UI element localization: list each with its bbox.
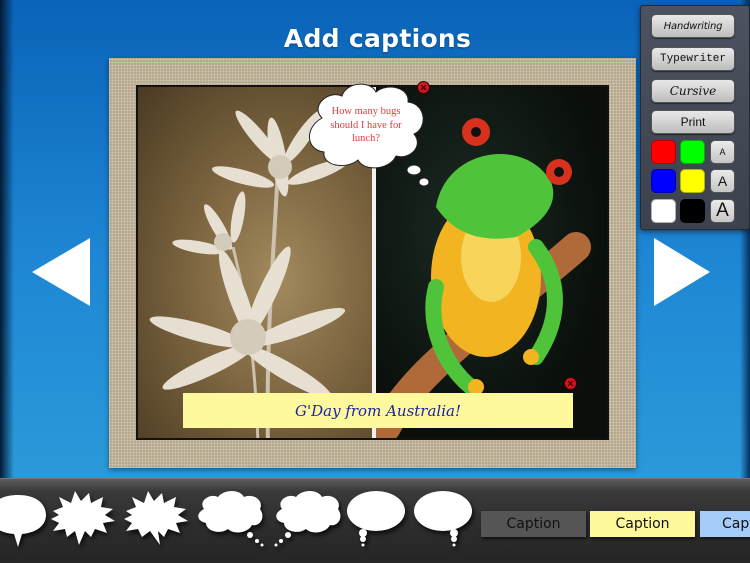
- speech-bubble-icon: [0, 495, 46, 547]
- text-size-medium-button[interactable]: A: [710, 169, 735, 193]
- color-swatch-white[interactable]: [651, 199, 676, 223]
- tray-thought-bubble-2[interactable]: [272, 489, 344, 547]
- color-swatch-yellow[interactable]: [680, 169, 705, 193]
- font-handwriting-button[interactable]: Handwriting: [651, 14, 735, 38]
- text-size-large-button[interactable]: A: [710, 199, 735, 223]
- tray-speech-bubble-small-tail-2[interactable]: [412, 489, 474, 547]
- tray-speech-bubble-small-tail-1[interactable]: [345, 489, 407, 547]
- thought-bubble-text[interactable]: How many bugs should I have for lunch?: [324, 105, 408, 146]
- tray-caption-gray[interactable]: Caption: [481, 511, 586, 537]
- next-page-button[interactable]: [652, 238, 712, 306]
- tray-shout-bubble-1[interactable]: [49, 489, 117, 547]
- tray-caption-yellow[interactable]: Caption: [590, 511, 695, 537]
- page-title: Add captions: [283, 24, 472, 53]
- delete-thought-bubble-button[interactable]: [417, 81, 430, 94]
- delete-x-icon: [567, 380, 574, 387]
- tray-shout-bubble-2[interactable]: [122, 489, 190, 547]
- color-swatch-black[interactable]: [680, 199, 705, 223]
- thought-bubble[interactable]: How many bugs should I have for lunch?: [302, 78, 430, 190]
- thought-cloud-icon: [274, 491, 341, 547]
- shout-burst-icon: [124, 491, 188, 545]
- caption-text-box[interactable]: G'Day from Australia!: [183, 393, 573, 428]
- shout-burst-icon: [51, 491, 115, 545]
- triangle-left-icon: [32, 238, 90, 306]
- thought-cloud-icon: [198, 491, 264, 547]
- bubble-tray: Caption Caption Caption: [0, 478, 750, 563]
- delete-caption-button[interactable]: [564, 377, 577, 390]
- screen-edge-shadow-left: [0, 0, 14, 480]
- tray-thought-bubble-1[interactable]: [194, 489, 266, 547]
- text-size-small-button[interactable]: A: [710, 140, 735, 164]
- color-swatch-green[interactable]: [680, 140, 705, 164]
- font-cursive-button[interactable]: Cursive: [651, 79, 735, 103]
- tray-speech-bubble-oval[interactable]: [0, 489, 48, 547]
- font-print-button[interactable]: Print: [651, 110, 735, 134]
- text-style-panel: Handwriting Typewriter Cursive Print A A…: [640, 5, 750, 230]
- color-swatch-red[interactable]: [651, 140, 676, 164]
- previous-page-button[interactable]: [32, 238, 92, 306]
- speech-bubble-icon: [414, 491, 472, 547]
- font-typewriter-button[interactable]: Typewriter: [651, 47, 735, 71]
- color-swatch-blue[interactable]: [651, 169, 676, 193]
- speech-bubble-icon: [347, 491, 405, 547]
- triangle-right-icon: [654, 238, 710, 306]
- tray-caption-blue[interactable]: Caption: [700, 511, 750, 537]
- delete-x-icon: [420, 84, 427, 91]
